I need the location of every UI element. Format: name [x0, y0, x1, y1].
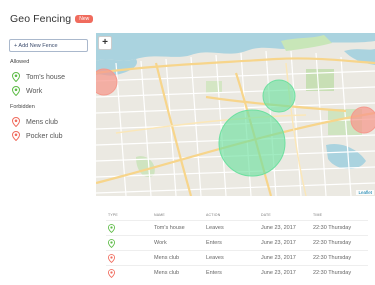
table-row[interactable]: Tom's house Leaves June 23, 2017 22:30 T…	[106, 220, 368, 235]
map-pin-icon	[12, 131, 20, 141]
action-cell: Enters	[206, 240, 222, 246]
date-cell: June 23, 2017	[261, 240, 296, 246]
action-cell: Leaves	[206, 255, 224, 261]
name-cell: Work	[154, 240, 167, 246]
map-pin-icon	[108, 238, 115, 248]
name-cell: Tom's house	[154, 225, 185, 231]
map-view[interactable]: + Leaflet	[96, 33, 375, 196]
date-cell: June 23, 2017	[261, 270, 296, 276]
column-header-type: Type	[108, 213, 118, 217]
events-table: Type Name Action Date Time Tom's house L…	[106, 210, 368, 280]
table-row[interactable]: Mens club Enters June 23, 2017 22:30 Thu…	[106, 265, 368, 280]
allowed-fence[interactable]	[218, 109, 286, 177]
page-header: Geo Fencing New	[10, 11, 94, 27]
time-cell: 22:30 Thursday	[313, 240, 352, 246]
date-cell: June 23, 2017	[261, 225, 296, 231]
type-cell	[106, 268, 154, 278]
table-header: Type Name Action Date Time	[106, 210, 368, 220]
new-badge: New	[75, 15, 94, 23]
time-cell: 22:30 Thursday	[313, 255, 352, 261]
forbidden-fence[interactable]	[96, 68, 118, 96]
map-pin-icon	[12, 72, 20, 82]
sidebar-item-toms-house[interactable]: Tom's house	[12, 71, 65, 83]
sidebar-item-label: Mens club	[26, 118, 58, 126]
map-pin-icon	[12, 86, 20, 96]
sidebar-item-pocker-club[interactable]: Pocker club	[12, 130, 63, 142]
map-pin-icon	[108, 223, 115, 233]
page-title: Geo Fencing	[10, 13, 72, 25]
allowed-section-label: Allowed	[10, 59, 30, 65]
sidebar-item-label: Tom's house	[26, 73, 66, 81]
time-cell: 22:30 Thursday	[313, 225, 352, 231]
forbidden-section-label: Forbidden	[10, 104, 35, 110]
map-tiles	[96, 33, 375, 196]
map-pin-icon	[108, 268, 115, 278]
forbidden-fence[interactable]	[350, 106, 375, 134]
column-header-time: Time	[313, 213, 323, 217]
sidebar-item-mens-club[interactable]: Mens club	[12, 116, 58, 128]
table-row[interactable]: Mens club Leaves June 23, 2017 22:30 Thu…	[106, 250, 368, 265]
table-row[interactable]: Work Enters June 23, 2017 22:30 Thursday	[106, 235, 368, 250]
name-cell: Mens club	[154, 255, 180, 261]
column-header-date: Date	[261, 213, 271, 217]
sidebar-item-label: Pocker club	[26, 132, 63, 140]
type-cell	[106, 238, 154, 248]
column-header-name: Name	[154, 213, 165, 217]
action-cell: Leaves	[206, 225, 224, 231]
add-fence-button[interactable]: + Add New Fence	[9, 39, 88, 52]
type-cell	[106, 253, 154, 263]
zoom-in-button[interactable]: +	[98, 36, 112, 50]
allowed-fence[interactable]	[262, 79, 296, 113]
column-header-action: Action	[206, 213, 221, 217]
action-cell: Enters	[206, 270, 222, 276]
name-cell: Mens club	[154, 270, 180, 276]
type-cell	[106, 223, 154, 233]
map-pin-icon	[12, 117, 20, 127]
map-attribution-link[interactable]: Leaflet	[356, 190, 374, 195]
sidebar-item-label: Work	[26, 87, 43, 95]
date-cell: June 23, 2017	[261, 255, 296, 261]
time-cell: 22:30 Thursday	[313, 270, 352, 276]
map-pin-icon	[108, 253, 115, 263]
sidebar-item-work[interactable]: Work	[12, 85, 42, 97]
